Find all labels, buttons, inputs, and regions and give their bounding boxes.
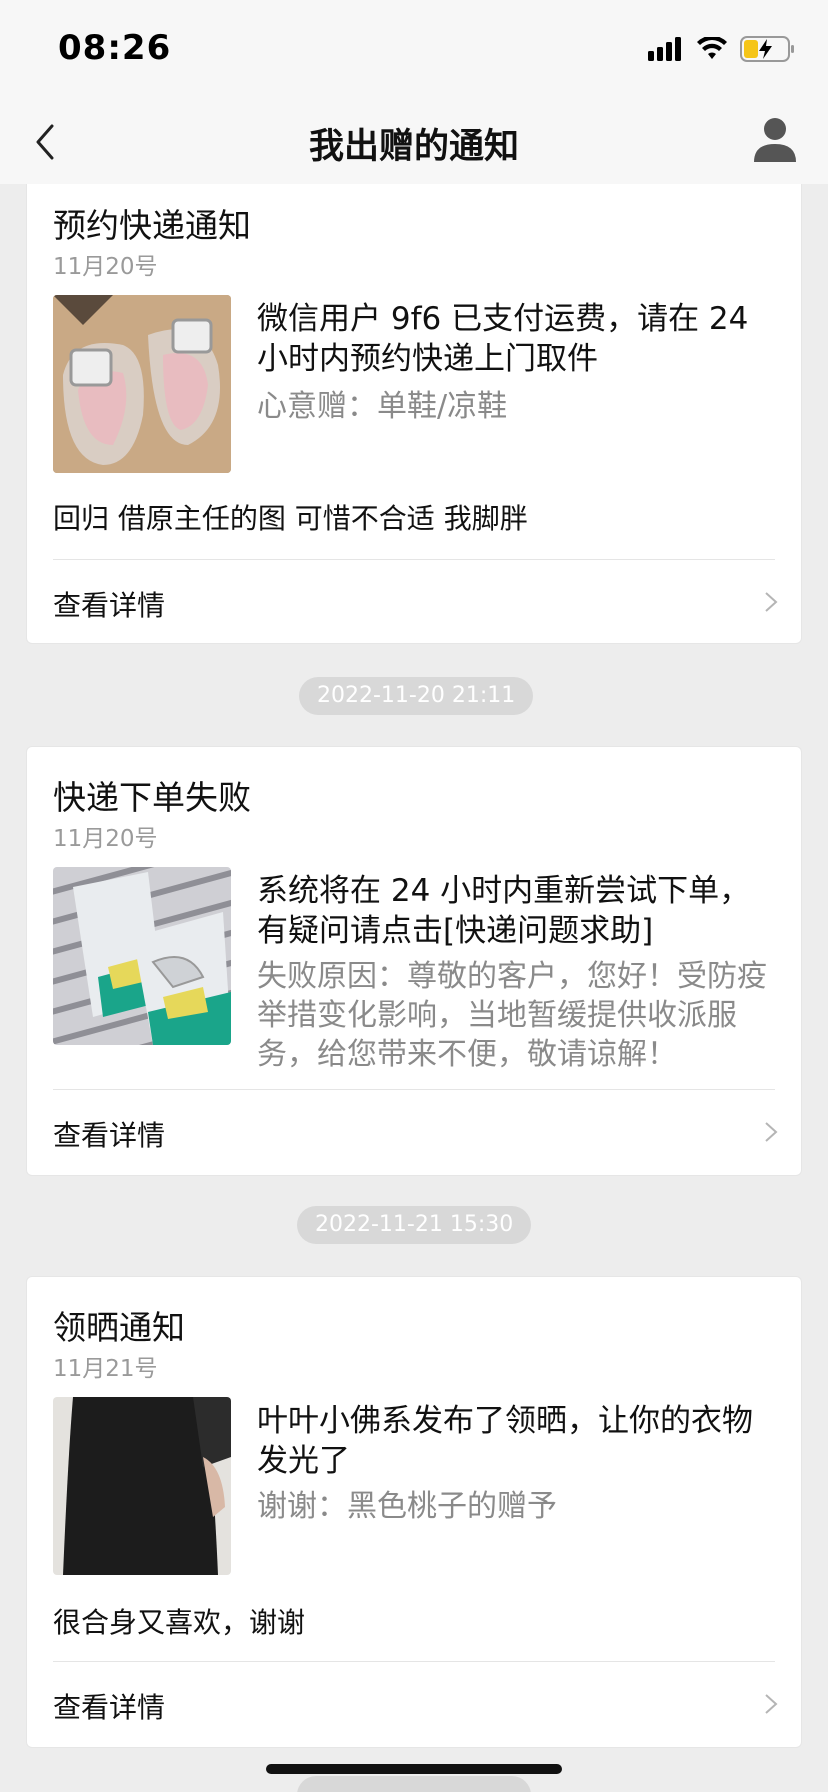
view-details-label: 查看详情 bbox=[53, 1119, 166, 1152]
timestamp-badge: 2022-11-20 21:11 bbox=[299, 677, 534, 715]
card-message: 叶叶小佛系发布了领晒，让你的衣物发光了 bbox=[257, 1403, 753, 1479]
chevron-right-icon bbox=[765, 1122, 778, 1142]
status-icons bbox=[648, 34, 796, 64]
item-thumbnail[interactable] bbox=[53, 1397, 231, 1575]
shoe-photo bbox=[53, 295, 231, 473]
item-thumbnail[interactable] bbox=[53, 867, 231, 1045]
view-details-button[interactable]: 查看详情 bbox=[27, 1090, 801, 1174]
status-time: 08:26 bbox=[58, 28, 172, 68]
card-subtext: 谢谢：黑色桃子的赠予 bbox=[257, 1489, 557, 1524]
dress-photo bbox=[53, 1397, 231, 1575]
item-thumbnail[interactable] bbox=[53, 295, 231, 473]
cellular-signal-icon bbox=[648, 37, 681, 61]
card-message: 微信用户 9f6 已支付运费，请在 24 小时内预约快递上门取件 bbox=[257, 301, 749, 377]
page-title: 我出赠的通知 bbox=[308, 127, 519, 167]
card-date: 11月20号 bbox=[53, 254, 158, 280]
timestamp-badge-partial bbox=[297, 1776, 531, 1792]
card-subtext: 心意赠：单鞋/凉鞋 bbox=[257, 389, 508, 424]
notification-card: 领晒通知 11月21号 叶叶小佛系发布了领晒，让你的衣物发光了 谢谢：黑色桃子的… bbox=[26, 1276, 802, 1748]
chevron-right-icon bbox=[765, 1694, 778, 1714]
card-message: 系统将在 24 小时内重新尝试下单，有疑问请点击[快递问题求助] bbox=[257, 873, 751, 949]
card-subtext: 失败原因：尊敬的客户，您好！受防疫举措变化影响，当地暂缓提供收派服务，给您带来不… bbox=[257, 959, 767, 1072]
nav-bar: 我出赠的通知 bbox=[0, 98, 828, 184]
card-date: 11月20号 bbox=[53, 826, 158, 852]
view-details-button[interactable]: 查看详情 bbox=[27, 560, 801, 644]
card-note: 回归 借原主任的图 可惜不合适 我脚胖 bbox=[53, 502, 528, 535]
card-title: 领晒通知 bbox=[53, 1308, 185, 1347]
card-date: 11月21号 bbox=[53, 1356, 158, 1382]
chevron-right-icon bbox=[765, 592, 778, 612]
mask-package-photo bbox=[53, 867, 231, 1045]
wifi-icon bbox=[697, 37, 727, 59]
card-note: 很合身又喜欢，谢谢 bbox=[53, 1606, 306, 1639]
user-profile-icon[interactable] bbox=[750, 114, 800, 164]
view-details-label: 查看详情 bbox=[53, 1691, 166, 1724]
home-indicator[interactable] bbox=[266, 1764, 562, 1774]
view-details-label: 查看详情 bbox=[53, 589, 166, 622]
timestamp-badge: 2022-11-21 15:30 bbox=[297, 1206, 532, 1244]
notification-card: 快递下单失败 11月20号 系统将在 24 小时内重新尝试下单，有疑问请点击[快… bbox=[26, 746, 802, 1176]
card-title: 快递下单失败 bbox=[53, 778, 251, 817]
card-title: 预约快递通知 bbox=[53, 206, 251, 245]
view-details-button[interactable]: 查看详情 bbox=[27, 1662, 801, 1746]
status-bar: 08:26 bbox=[0, 0, 828, 98]
battery-charging-icon bbox=[740, 36, 794, 62]
notification-list: 预约快递通知 11月20号 微信用户 9f6 已支付运费，请在 24 小时内预约… bbox=[0, 184, 828, 1792]
notification-card: 预约快递通知 11月20号 微信用户 9f6 已支付运费，请在 24 小时内预约… bbox=[26, 184, 802, 644]
